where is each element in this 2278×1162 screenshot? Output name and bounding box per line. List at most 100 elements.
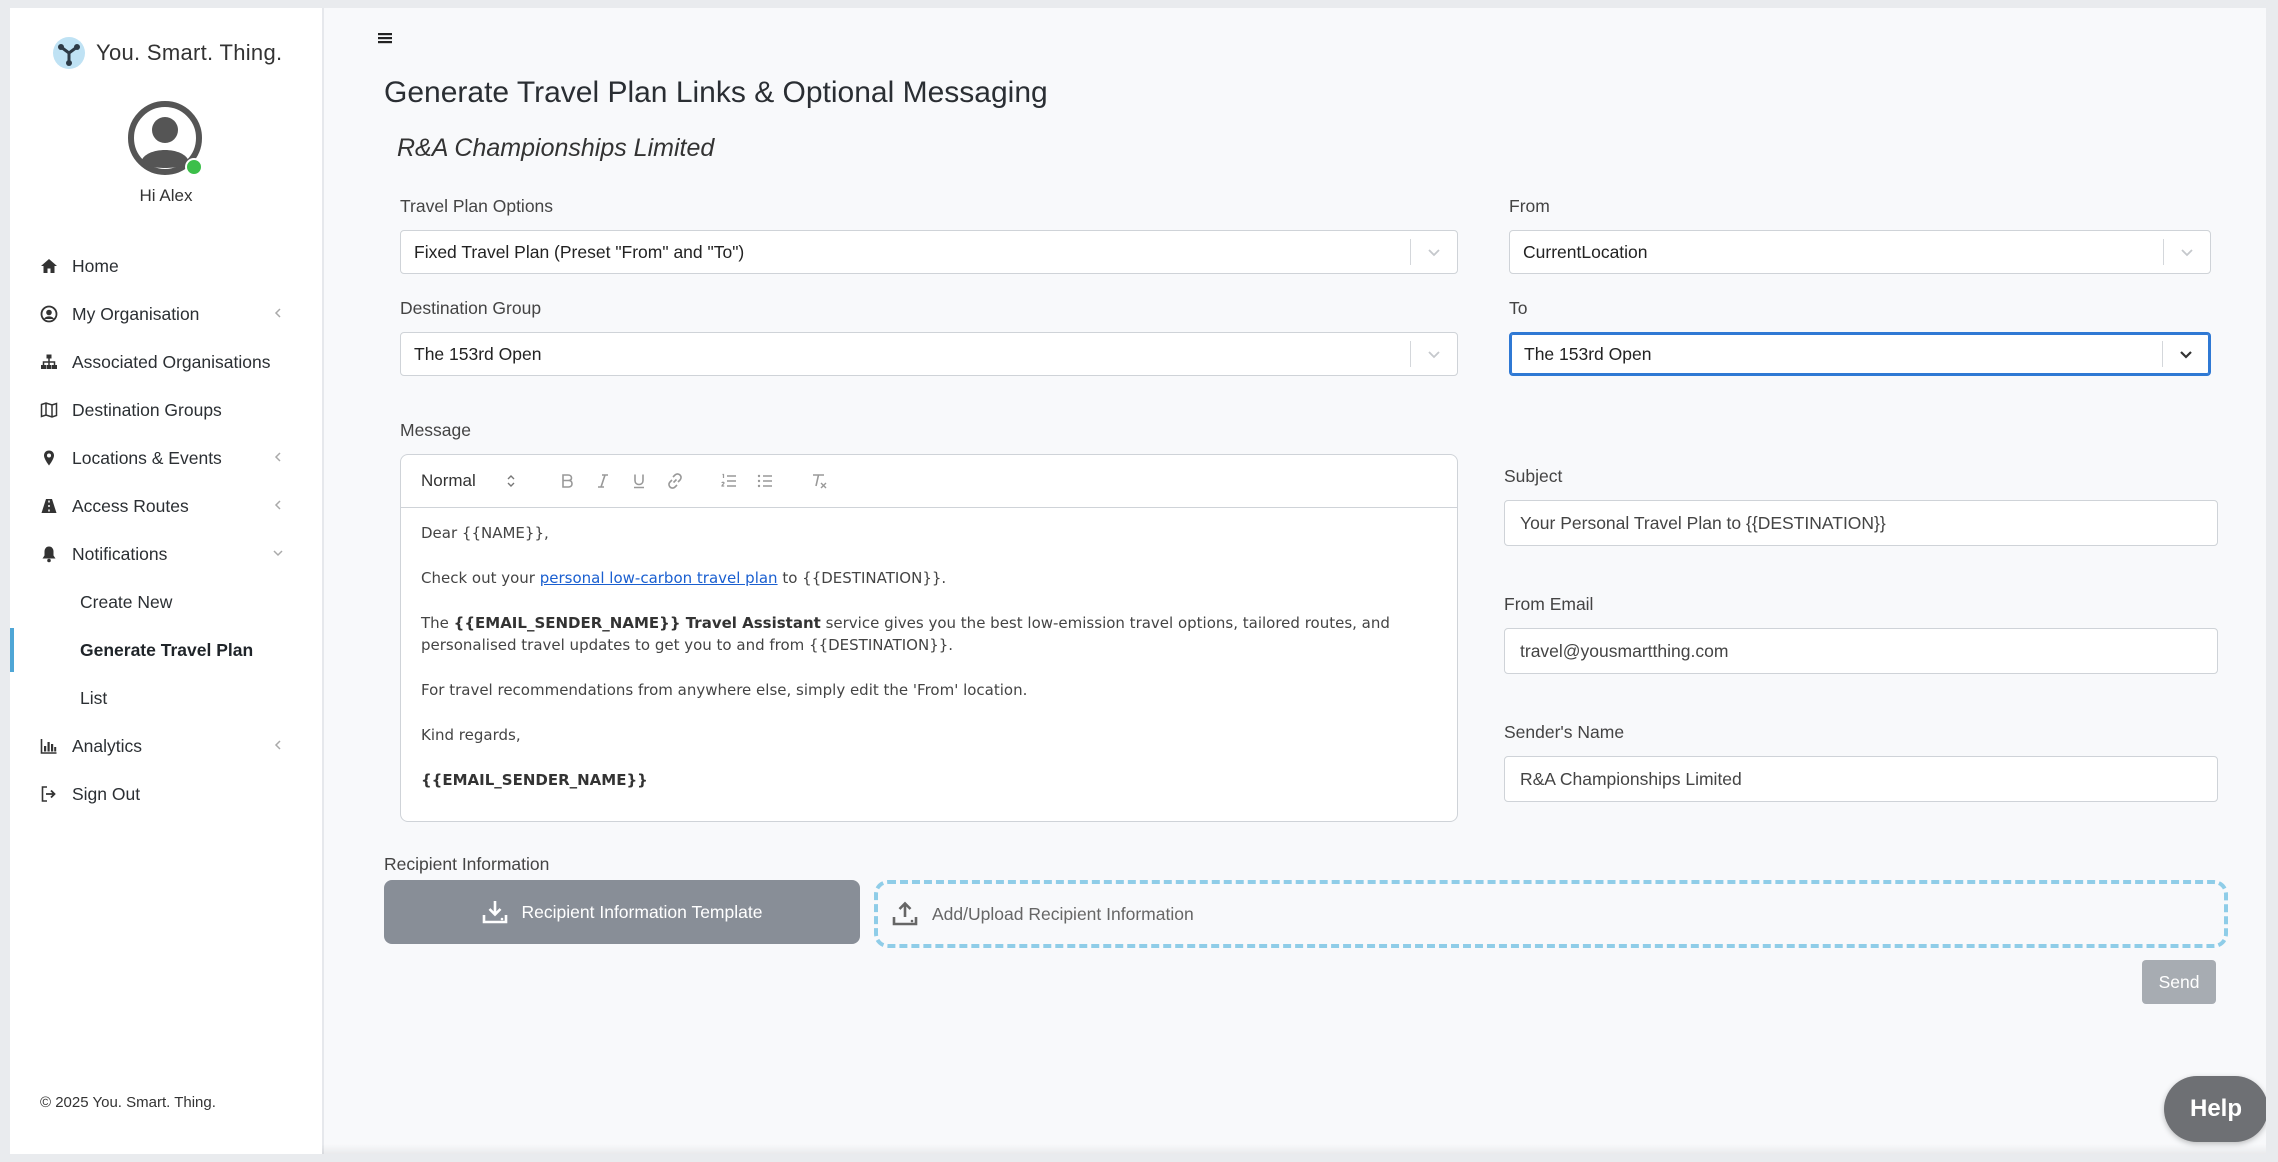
- chevron-down-icon[interactable]: [2164, 230, 2210, 274]
- sidebar-item-label: Locations & Events: [72, 447, 222, 468]
- editor-toolbar: Normal: [401, 455, 1457, 508]
- sidebar-item-my-organisation[interactable]: My Organisation: [10, 290, 322, 338]
- organisation-name: R&A Championships Limited: [397, 134, 715, 162]
- link-icon: [668, 473, 682, 489]
- message-paragraph: Check out your personal low-carbon trave…: [421, 567, 1437, 589]
- map-icon: [40, 401, 58, 419]
- chevron-left-icon: [274, 500, 281, 510]
- sidebar-nav: Home My Organisation Associated Organisa…: [10, 242, 322, 818]
- home-icon: [40, 257, 58, 275]
- chevron-down-icon[interactable]: [2163, 332, 2209, 376]
- chevron-down-icon: [273, 550, 283, 557]
- sidebar-item-generate-travel-plan[interactable]: Generate Travel Plan: [10, 626, 322, 674]
- to-select[interactable]: The 153rd Open: [1509, 332, 2211, 376]
- select-value: Fixed Travel Plan (Preset "From" and "To…: [414, 241, 745, 262]
- sidebar-item-analytics[interactable]: Analytics: [10, 722, 322, 770]
- message-text: to {{DESTINATION}}.: [777, 569, 947, 587]
- sidebar-item-notifications[interactable]: Notifications: [10, 530, 322, 578]
- chevron-down-icon[interactable]: [1411, 332, 1457, 376]
- sidebar-item-label: Associated Organisations: [72, 351, 271, 372]
- bottom-shadow: [322, 1144, 2266, 1154]
- chevron-left-icon: [274, 308, 281, 318]
- message-label: Message: [400, 420, 472, 440]
- recipient-upload-dropzone[interactable]: Add/Upload Recipient Information: [874, 880, 2228, 948]
- brand[interactable]: You. Smart. Thing.: [52, 36, 282, 70]
- underline-icon: [634, 474, 644, 489]
- from-email-label: From Email: [1504, 594, 1594, 614]
- send-button[interactable]: Send: [2142, 960, 2216, 1004]
- sidebar-item-home[interactable]: Home: [10, 242, 322, 290]
- hamburger-menu-icon[interactable]: [376, 30, 394, 46]
- travel-plan-link[interactable]: personal low-carbon travel plan: [540, 569, 778, 587]
- subject-input[interactable]: Your Personal Travel Plan to {{DESTINATI…: [1504, 500, 2218, 546]
- recipient-template-button[interactable]: Recipient Information Template: [384, 880, 860, 944]
- message-paragraph: The {{EMAIL_SENDER_NAME}} Travel Assista…: [421, 612, 1437, 656]
- message-signature: {{EMAIL_SENDER_NAME}}: [421, 769, 1437, 791]
- sidebar-item-locations-events[interactable]: Locations & Events: [10, 434, 322, 482]
- sidebar: You. Smart. Thing. Hi Alex Home My Organ…: [10, 8, 324, 1154]
- senders-name-input[interactable]: R&A Championships Limited: [1504, 756, 2218, 802]
- main-content: Generate Travel Plan Links & Optional Me…: [322, 8, 2266, 1154]
- sidebar-item-access-routes[interactable]: Access Routes: [10, 482, 322, 530]
- help-button[interactable]: Help: [2164, 1076, 2266, 1142]
- to-label: To: [1509, 298, 1528, 318]
- format-select[interactable]: Normal: [421, 471, 531, 491]
- message-editor[interactable]: Normal Dear {{NAME}}, Check out your per…: [400, 454, 1458, 822]
- travel-plan-options-select[interactable]: Fixed Travel Plan (Preset "From" and "To…: [400, 230, 1458, 274]
- ordered-list-icon: [721, 473, 736, 487]
- senders-name-label: Sender's Name: [1504, 722, 1625, 742]
- bold-button[interactable]: [549, 466, 585, 496]
- ordered-list-button[interactable]: [711, 466, 747, 496]
- message-greeting: Dear {{NAME}},: [421, 524, 549, 542]
- avatar[interactable]: [127, 100, 203, 176]
- travel-plan-options-label: Travel Plan Options: [400, 196, 554, 216]
- sidebar-item-label: Generate Travel Plan: [80, 639, 254, 660]
- destination-group-select[interactable]: The 153rd Open: [400, 332, 1458, 376]
- brand-name: You. Smart. Thing.: [96, 40, 283, 65]
- message-closing: Kind regards,: [421, 726, 521, 744]
- upload-icon: [892, 901, 918, 926]
- link-button[interactable]: [657, 466, 693, 496]
- sidebar-item-label: Sign Out: [72, 783, 141, 804]
- map-pin-icon: [40, 449, 58, 467]
- sidebar-item-label: Home: [72, 255, 119, 276]
- select-value: The 153rd Open: [1524, 343, 1652, 364]
- sign-out-icon: [40, 785, 58, 803]
- sitemap-icon: [40, 353, 58, 371]
- app-frame: You. Smart. Thing. Hi Alex Home My Organ…: [10, 8, 2266, 1154]
- clear-formatting-icon: [813, 474, 827, 489]
- sidebar-item-label: List: [80, 687, 108, 708]
- sidebar-item-create-new[interactable]: Create New: [10, 578, 322, 626]
- sidebar-item-label: Destination Groups: [72, 399, 222, 420]
- message-bold-text: {{EMAIL_SENDER_NAME}} Travel Assistant: [453, 614, 821, 632]
- sidebar-item-associated-organisations[interactable]: Associated Organisations: [10, 338, 322, 386]
- bell-icon: [40, 545, 58, 563]
- clear-formatting-button[interactable]: [801, 466, 837, 496]
- chevron-down-icon[interactable]: [1411, 230, 1457, 274]
- bullet-list-button[interactable]: [747, 466, 783, 496]
- sidebar-item-label: Access Routes: [72, 495, 189, 516]
- from-select[interactable]: CurrentLocation: [1509, 230, 2211, 274]
- from-email-input[interactable]: travel@yousmartthing.com: [1504, 628, 2218, 674]
- subject-label: Subject: [1504, 466, 1563, 486]
- sidebar-item-label: My Organisation: [72, 303, 200, 324]
- recipient-information-label: Recipient Information: [384, 854, 550, 874]
- bullet-list-icon: [757, 474, 772, 488]
- bold-icon: [562, 474, 573, 488]
- sidebar-item-label: Analytics: [72, 735, 143, 756]
- message-paragraph: For travel recommendations from anywhere…: [421, 681, 1028, 699]
- sidebar-item-sign-out[interactable]: Sign Out: [10, 770, 322, 818]
- chevron-left-icon: [274, 740, 281, 750]
- sidebar-item-label: Create New: [80, 591, 173, 612]
- message-text: Check out your: [421, 569, 540, 587]
- recipient-template-label: Recipient Information Template: [521, 901, 763, 922]
- page-title: Generate Travel Plan Links & Optional Me…: [384, 76, 1048, 109]
- sidebar-item-list[interactable]: List: [10, 674, 322, 722]
- message-bold-text: {{EMAIL_SENDER_NAME}}: [421, 771, 648, 789]
- chevron-left-icon: [274, 452, 281, 462]
- sidebar-item-destination-groups[interactable]: Destination Groups: [10, 386, 322, 434]
- italic-button[interactable]: [585, 466, 621, 496]
- online-status-dot: [185, 158, 203, 176]
- underline-button[interactable]: [621, 466, 657, 496]
- editor-content[interactable]: Dear {{NAME}}, Check out your personal l…: [401, 508, 1457, 805]
